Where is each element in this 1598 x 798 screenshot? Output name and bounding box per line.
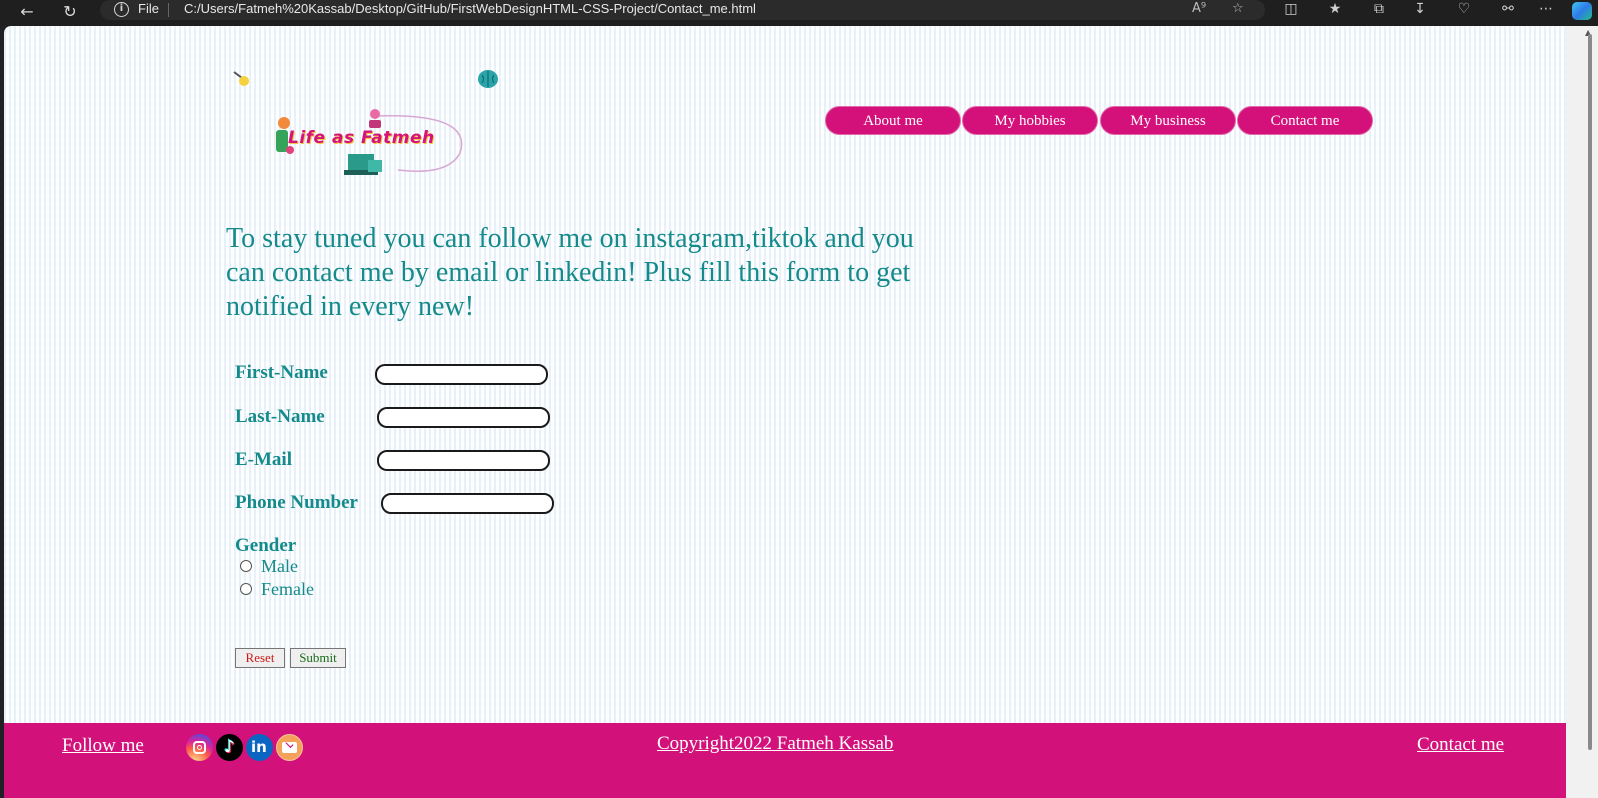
gender-female-label: Female xyxy=(261,579,314,599)
nav-about-me[interactable]: About me xyxy=(825,106,961,135)
favorite-star-icon[interactable]: ☆ xyxy=(1232,1,1244,16)
phone-number-input[interactable] xyxy=(381,493,554,514)
refresh-icon[interactable]: ↻ xyxy=(59,1,81,23)
protocol-label: File xyxy=(138,1,159,16)
logo-text: Life as Fatmeh xyxy=(288,128,435,148)
tiktok-icon[interactable]: ♪ xyxy=(216,734,243,761)
more-menu-icon[interactable]: ⋯ xyxy=(1536,1,1556,17)
copyright-text[interactable]: Copyright2022 Fatmeh Kassab xyxy=(657,733,893,755)
nav-my-hobbies[interactable]: My hobbies xyxy=(962,106,1098,135)
site-footer: Follow me ♪ in Copyright2022 Fatmeh Kass… xyxy=(4,723,1566,798)
linkedin-icon[interactable]: in xyxy=(246,734,273,761)
download-icon[interactable]: ↧ xyxy=(1410,1,1430,17)
site-logo[interactable]: Life as Fatmeh xyxy=(228,68,478,188)
nav-my-business[interactable]: My business xyxy=(1100,106,1236,135)
email-input[interactable] xyxy=(377,450,550,471)
gender-female-radio[interactable] xyxy=(240,583,252,595)
phone-number-label: Phone Number xyxy=(235,492,358,513)
url-text[interactable]: C:/Users/Fatmeh%20Kassab/Desktop/GitHub/… xyxy=(184,1,756,16)
last-name-input[interactable] xyxy=(377,407,550,428)
info-icon[interactable]: i xyxy=(114,2,129,17)
split-screen-icon[interactable]: ◫ xyxy=(1281,1,1301,17)
first-name-input[interactable] xyxy=(375,364,548,385)
health-icon[interactable]: ♡ xyxy=(1454,1,1474,17)
follow-me-link[interactable]: Follow me xyxy=(62,735,144,757)
gender-male-label: Male xyxy=(261,556,298,576)
scrollbar-thumb[interactable] xyxy=(1588,34,1592,750)
address-bar[interactable]: i File C:/Users/Fatmeh%20Kassab/Desktop/… xyxy=(100,0,1265,20)
browser-toolbar: ← ↻ i File C:/Users/Fatmeh%20Kassab/Desk… xyxy=(0,0,1598,26)
email-icon[interactable] xyxy=(276,734,303,761)
footer-contact-me-link[interactable]: Contact me xyxy=(1417,734,1504,756)
gender-label: Gender xyxy=(235,535,297,556)
nav-contact-me[interactable]: Contact me xyxy=(1237,106,1373,135)
collections-icon[interactable]: ⧉ xyxy=(1369,1,1389,17)
submit-button[interactable]: Submit xyxy=(290,648,346,668)
email-label: E-Mail xyxy=(235,449,292,470)
read-aloud-icon[interactable]: A⁹ xyxy=(1192,1,1206,16)
last-name-label: Last-Name xyxy=(235,406,325,427)
instagram-icon[interactable] xyxy=(186,734,213,761)
reset-button[interactable]: Reset xyxy=(235,648,285,668)
back-arrow-icon[interactable]: ← xyxy=(16,1,38,23)
first-name-label: First-Name xyxy=(235,362,328,383)
vertical-scrollbar-track[interactable] xyxy=(1566,26,1598,798)
favorites-list-icon[interactable]: ★ xyxy=(1325,1,1345,17)
page-viewport: Life as Fatmeh About me My hobbies My bu… xyxy=(4,26,1566,798)
brain-icon xyxy=(478,70,498,88)
gender-male-radio[interactable] xyxy=(240,560,252,572)
address-divider xyxy=(168,3,169,17)
intro-text: To stay tuned you can follow me on insta… xyxy=(226,223,914,322)
browser-essentials-icon[interactable]: ⚯ xyxy=(1498,1,1518,17)
copilot-icon[interactable] xyxy=(1572,2,1592,20)
